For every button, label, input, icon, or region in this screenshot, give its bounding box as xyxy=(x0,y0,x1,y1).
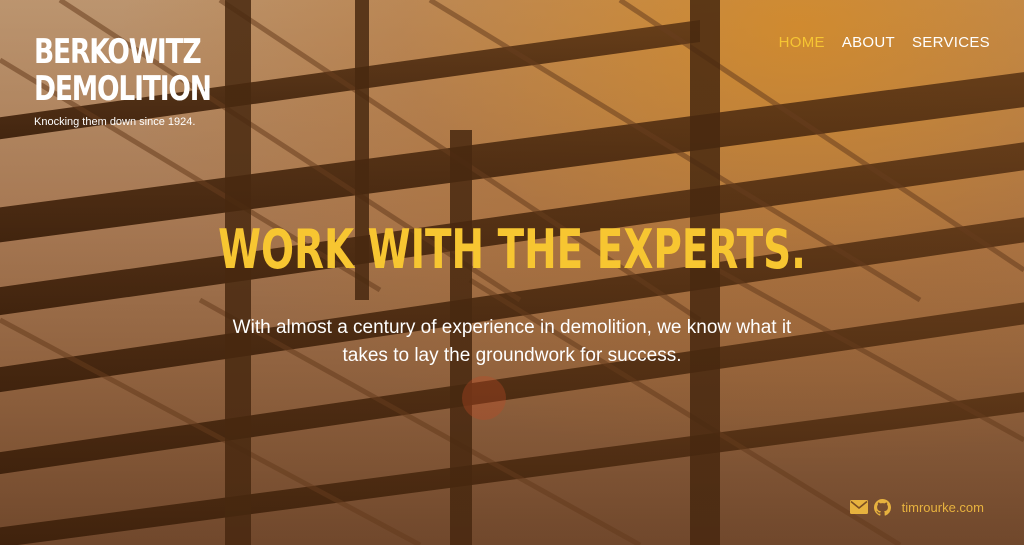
nav-item-services[interactable]: SERVICES xyxy=(912,34,990,51)
github-icon[interactable] xyxy=(874,498,892,516)
mail-icon[interactable] xyxy=(849,498,868,516)
nav-item-about[interactable]: ABOUT xyxy=(842,34,895,51)
brand-name-line-2: DEMOLITION xyxy=(34,69,212,109)
main-nav: HOME ABOUT SERVICES xyxy=(779,34,990,51)
hero-headline: WORK WITH THE EXPERTS. xyxy=(218,218,806,281)
hero-section: BERKOWITZ DEMOLITION Knocking them down … xyxy=(0,0,1024,545)
brand-tagline: Knocking them down since 1924. xyxy=(34,116,196,128)
nav-item-home[interactable]: HOME xyxy=(779,34,825,51)
footer-links: timrourke.com xyxy=(849,498,984,516)
footer-site-link[interactable]: timrourke.com xyxy=(902,500,984,515)
brand-logo[interactable]: BERKOWITZ DEMOLITION Knocking them down … xyxy=(34,32,261,129)
hero-subtext: With almost a century of experience in d… xyxy=(232,317,792,366)
brand-name-line-1: BERKOWITZ xyxy=(34,32,202,72)
